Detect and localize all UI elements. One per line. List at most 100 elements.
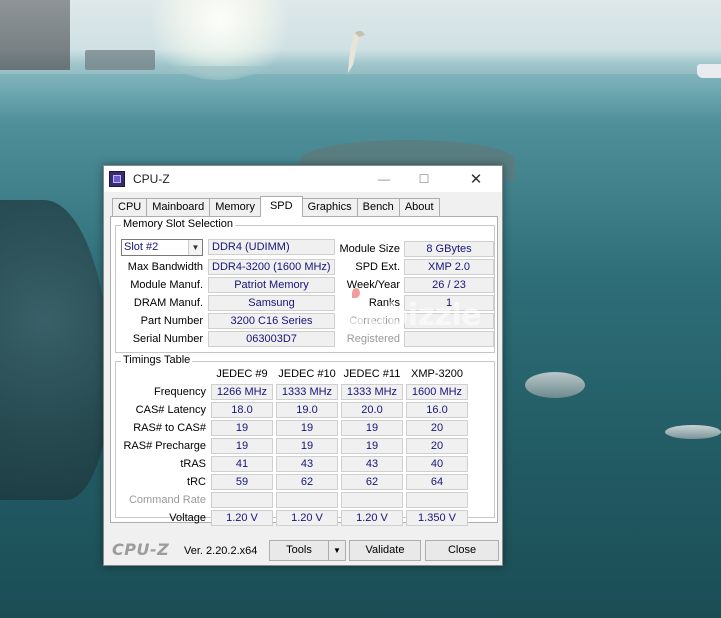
chevron-down-icon: ▼	[333, 546, 341, 555]
timings-cell: 1.20 V	[211, 510, 273, 526]
timings-cell: 1600 MHz	[406, 384, 468, 400]
timings-row-label: Command Rate	[128, 494, 206, 506]
tools-button[interactable]: Tools	[269, 540, 329, 561]
timings-cell: 59	[211, 474, 273, 490]
timings-cell: 1266 MHz	[211, 384, 273, 400]
timings-cell: 1333 MHz	[276, 384, 338, 400]
serial-number-value: 063003D7	[208, 331, 335, 347]
max-bandwidth-value: DDR4-3200 (1600 MHz)	[208, 259, 335, 275]
timings-group: Timings Table JEDEC #9 JEDEC #10 JEDEC #…	[115, 354, 495, 526]
title-bar[interactable]: CPU-Z — ☐ ✕	[104, 166, 502, 192]
timings-cell	[211, 492, 273, 508]
validate-button[interactable]: Validate	[349, 540, 421, 561]
whale-shark	[0, 200, 110, 500]
timings-row-label: Voltage	[169, 512, 206, 524]
serial-number-label: Serial Number	[132, 333, 203, 345]
week-year-label: Week/Year	[346, 279, 400, 291]
part-number-value: 3200 C16 Series	[208, 313, 335, 329]
cpuz-window: CPU-Z — ☐ ✕ CPU Mainboard Memory SPD Gra…	[103, 165, 503, 566]
cpu-z-app-icon	[109, 171, 125, 187]
module-manuf-label: Module Manuf.	[130, 279, 203, 291]
fish	[525, 372, 585, 398]
dram-manuf-value: Samsung	[208, 295, 335, 311]
timings-cell: 18.0	[211, 402, 273, 418]
timings-col-header: XMP-3200	[411, 368, 463, 380]
oil-rig	[0, 0, 70, 70]
timings-row-label: RAS# Precharge	[123, 440, 206, 452]
watermark-pin-icon	[352, 288, 360, 298]
max-bandwidth-label: Max Bandwidth	[127, 261, 203, 273]
fish	[665, 425, 721, 439]
window-footer: CPU-Z Ver. 2.20.2.x64 Tools ▼ Validate C…	[104, 534, 502, 564]
tab-cpu[interactable]: CPU	[112, 198, 148, 217]
version-label: Ver. 2.20.2.x64	[184, 545, 258, 557]
part-number-label: Part Number	[140, 315, 203, 327]
timings-cell: 40	[406, 456, 468, 472]
timings-cell: 16.0	[406, 402, 468, 418]
cpuz-brand-logo: CPU-Z	[112, 540, 170, 559]
registered-value	[404, 331, 494, 347]
memory-type-value: DDR4 (UDIMM)	[208, 239, 335, 255]
timings-row-label: CAS# Latency	[135, 404, 206, 416]
minimize-button[interactable]: —	[366, 166, 402, 192]
tab-spd[interactable]: SPD	[259, 196, 303, 217]
tab-bar: CPU Mainboard Memory SPD Graphics Bench …	[112, 196, 440, 217]
timings-cell: 64	[406, 474, 468, 490]
close-window-button[interactable]: ✕	[458, 166, 494, 192]
timings-cell: 20.0	[341, 402, 403, 418]
timings-col-header: JEDEC #11	[343, 368, 401, 380]
tab-about[interactable]: About	[398, 198, 440, 217]
close-button[interactable]: Close	[425, 540, 499, 561]
group-legend: Memory Slot Selection	[121, 218, 236, 230]
registered-label: Registered	[346, 333, 400, 345]
seagull	[348, 30, 365, 73]
dubizzle-watermark: dubizzle	[345, 298, 482, 333]
tab-mainboard[interactable]: Mainboard	[146, 198, 211, 217]
tab-graphics[interactable]: Graphics	[301, 198, 358, 217]
timings-cell: 1.20 V	[341, 510, 403, 526]
boat	[697, 64, 721, 78]
timings-cell: 19.0	[276, 402, 338, 418]
timings-cell: 19	[211, 438, 273, 454]
timings-cell: 62	[341, 474, 403, 490]
timings-cell: 19	[276, 420, 338, 436]
week-year-value: 26 / 23	[404, 277, 494, 293]
timings-cell: 62	[276, 474, 338, 490]
spd-ext-label: SPD Ext.	[355, 261, 400, 273]
timings-cell: 19	[276, 438, 338, 454]
timings-cell: 19	[211, 420, 273, 436]
spd-ext-value: XMP 2.0	[404, 259, 494, 275]
memory-slot-group: Memory Slot Selection Slot #2 ▼ DDR4 (UD…	[115, 218, 495, 353]
timings-row-label: Frequency	[154, 386, 206, 398]
timings-cell	[341, 492, 403, 508]
tools-dropdown-button[interactable]: ▼	[328, 540, 346, 561]
timings-row-label: tRC	[187, 476, 206, 488]
distant-ship	[85, 50, 155, 70]
spd-panel: Memory Slot Selection Slot #2 ▼ DDR4 (UD…	[110, 216, 498, 526]
timings-cell: 41	[211, 456, 273, 472]
window-title: CPU-Z	[133, 172, 170, 186]
chevron-down-icon[interactable]: ▼	[188, 240, 202, 255]
tab-bench[interactable]: Bench	[356, 198, 400, 217]
timings-cell: 20	[406, 420, 468, 436]
module-size-value: 8 GBytes	[404, 241, 494, 257]
timings-cell: 1333 MHz	[341, 384, 403, 400]
maximize-button[interactable]: ☐	[406, 166, 442, 192]
timings-cell: 43	[341, 456, 403, 472]
timings-col-header: JEDEC #10	[278, 368, 336, 380]
timings-col-header: JEDEC #9	[216, 368, 268, 380]
timings-row-label: RAS# to CAS#	[133, 422, 206, 434]
timings-cell: 1.350 V	[406, 510, 468, 526]
module-size-label: Module Size	[339, 243, 400, 255]
timings-cell: 1.20 V	[276, 510, 338, 526]
timings-cell: 19	[341, 420, 403, 436]
timings-cell: 43	[276, 456, 338, 472]
timings-cell: 19	[341, 438, 403, 454]
group-legend: Timings Table	[121, 354, 193, 366]
timings-row-label: tRAS	[180, 458, 206, 470]
timings-cell	[406, 492, 468, 508]
slot-dropdown-value: Slot #2	[124, 241, 159, 253]
module-manuf-value: Patriot Memory	[208, 277, 335, 293]
slot-dropdown[interactable]: Slot #2 ▼	[121, 239, 203, 256]
tab-memory[interactable]: Memory	[209, 198, 261, 217]
